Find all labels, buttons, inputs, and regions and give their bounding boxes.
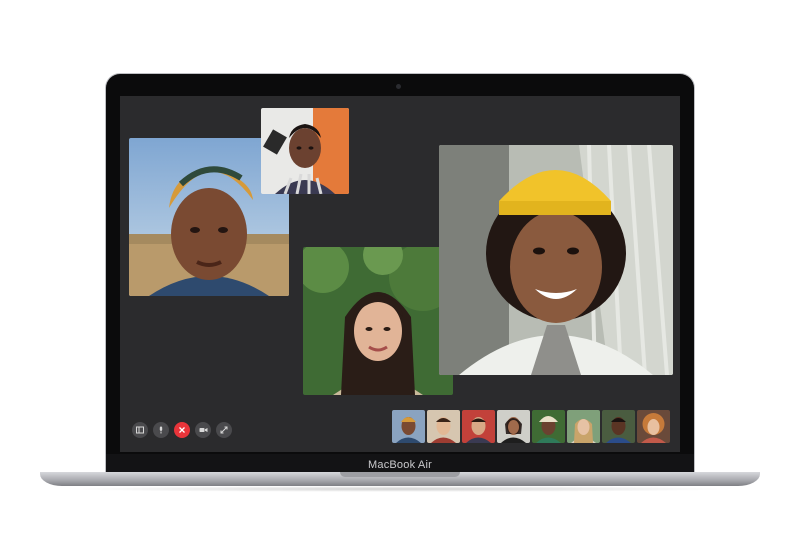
fullscreen-button[interactable] — [216, 422, 232, 438]
device-brand-label: MacBook Air — [368, 459, 432, 471]
roster-thumbnail[interactable] — [567, 410, 600, 443]
call-controls — [132, 422, 232, 438]
microphone-icon — [159, 426, 163, 434]
roster-thumbnail[interactable] — [427, 410, 460, 443]
roster-thumbnail[interactable] — [392, 410, 425, 443]
facetime-window — [120, 96, 680, 452]
close-icon — [179, 427, 185, 433]
video-camera-icon — [199, 428, 207, 432]
video-tile-striped-shirt[interactable] — [261, 108, 349, 194]
roster-thumbnail[interactable] — [602, 410, 635, 443]
mute-button[interactable] — [153, 422, 169, 438]
video-tile-long-hair[interactable] — [303, 247, 453, 395]
roster-thumbnail[interactable] — [637, 410, 670, 443]
roster-thumbnail[interactable] — [497, 410, 530, 443]
roster-thumbnail[interactable] — [462, 410, 495, 443]
end-call-button[interactable] — [174, 422, 190, 438]
participant-roster — [392, 410, 670, 443]
roster-thumbnail[interactable] — [532, 410, 565, 443]
laptop-base-notch — [340, 472, 460, 477]
video-toggle-button[interactable] — [195, 422, 211, 438]
camera-icon — [396, 84, 401, 89]
video-tile-yellow-beanie[interactable] — [439, 145, 673, 375]
sidebar-icon — [136, 426, 144, 434]
fullscreen-icon — [220, 426, 228, 434]
laptop-shadow — [60, 486, 740, 492]
sidebar-button[interactable] — [132, 422, 148, 438]
